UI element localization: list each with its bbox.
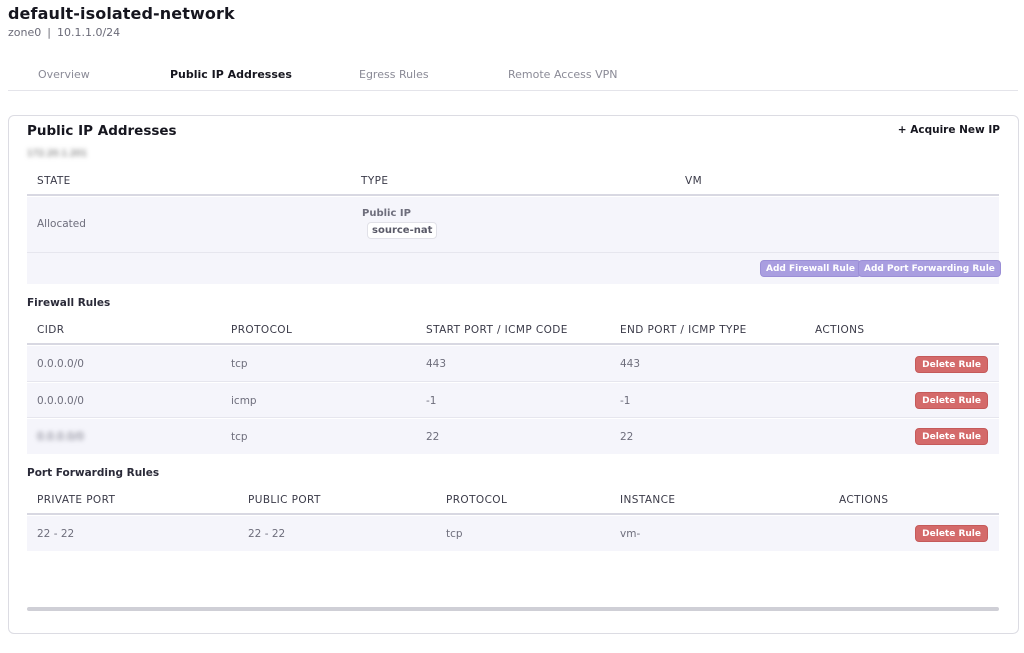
firewall-rules-label: Firewall Rules	[27, 297, 111, 309]
column-header-vm: VM	[685, 175, 703, 187]
port-forwarding-protocol: tcp	[446, 528, 463, 540]
column-header-type: TYPE	[361, 175, 389, 187]
instance-link[interactable]: vm-	[620, 528, 640, 540]
firewall-protocol: tcp	[231, 431, 248, 443]
firewall-table-header: CIDR PROTOCOL START PORT / ICMP CODE END…	[27, 317, 999, 345]
network-subtitle: zone0 | 10.1.1.0/24	[8, 26, 120, 39]
port-forwarding-table-header: PRIVATE PORT PUBLIC PORT PROTOCOL INSTAN…	[27, 487, 999, 515]
add-port-forwarding-rule-button[interactable]: Add Port Forwarding Rule	[858, 260, 1001, 277]
port-forwarding-rules-label: Port Forwarding Rules	[27, 467, 160, 479]
ip-table-row: Allocated Public IP source-nat	[27, 197, 999, 253]
column-header-instance: INSTANCE	[620, 494, 676, 506]
cidr-label: 10.1.1.0/24	[56, 26, 121, 39]
tab-public-ip-addresses[interactable]: Public IP Addresses	[170, 68, 292, 81]
firewall-end-port: 22	[620, 431, 634, 443]
column-header-start-port: START PORT / ICMP CODE	[426, 324, 568, 336]
column-header-public-port: PUBLIC PORT	[248, 494, 321, 506]
tab-egress-rules[interactable]: Egress Rules	[359, 68, 429, 81]
firewall-cidr: 0.0.0.0/0	[37, 358, 84, 370]
private-port: 22 - 22	[37, 528, 75, 540]
add-firewall-rule-button[interactable]: Add Firewall Rule	[760, 260, 861, 277]
column-header-state: STATE	[37, 175, 71, 187]
firewall-start-port: 443	[426, 358, 447, 370]
column-header-protocol: PROTOCOL	[231, 324, 293, 336]
page-title: default-isolated-network	[8, 4, 235, 23]
column-header-protocol: PROTOCOL	[446, 494, 508, 506]
public-port: 22 - 22	[248, 528, 286, 540]
source-nat-badge: source-nat	[367, 222, 438, 239]
ip-actions-row: Add Firewall Rule Add Port Forwarding Ru…	[27, 253, 1001, 284]
firewall-protocol: icmp	[231, 395, 257, 407]
firewall-cidr: 0.0.0.0/0	[37, 395, 84, 407]
delete-rule-button[interactable]: Delete Rule	[915, 392, 988, 409]
delete-rule-button[interactable]: Delete Rule	[915, 428, 988, 445]
zone-label: zone0	[8, 26, 42, 39]
firewall-row: 0.0.0.0/0 icmp -1 -1 Delete Rule	[27, 383, 999, 418]
column-header-end-port: END PORT / ICMP TYPE	[620, 324, 747, 336]
card-title: Public IP Addresses	[27, 123, 177, 139]
port-forwarding-row: 22 - 22 22 - 22 tcp vm- Delete Rule	[27, 516, 999, 551]
subtitle-separator: |	[47, 26, 51, 39]
firewall-protocol: tcp	[231, 358, 248, 370]
public-ip-card: Public IP Addresses + Acquire New IP 172…	[8, 115, 1019, 634]
ip-state: Allocated	[37, 218, 86, 230]
horizontal-scrollbar[interactable]	[27, 607, 999, 611]
tab-remote-access-vpn[interactable]: Remote Access VPN	[508, 68, 617, 81]
column-header-cidr: CIDR	[37, 324, 65, 336]
firewall-start-port: 22	[426, 431, 440, 443]
tab-overview[interactable]: Overview	[38, 68, 90, 81]
delete-rule-button[interactable]: Delete Rule	[915, 356, 988, 373]
firewall-start-port: -1	[426, 395, 437, 407]
acquire-new-ip-button[interactable]: + Acquire New IP	[898, 124, 1000, 136]
firewall-end-port: -1	[620, 395, 631, 407]
ip-type-label: Public IP	[362, 208, 411, 219]
column-header-private-port: PRIVATE PORT	[37, 494, 116, 506]
firewall-cidr: 0.0.0.0/0	[37, 431, 84, 443]
firewall-row: 0.0.0.0/0 tcp 443 443 Delete Rule	[27, 346, 999, 382]
firewall-end-port: 443	[620, 358, 641, 370]
column-header-actions: ACTIONS	[839, 494, 889, 506]
ip-table-header: STATE TYPE VM	[27, 168, 999, 196]
ip-address: 172.20.1.201	[27, 149, 88, 159]
tab-bar: Overview Public IP Addresses Egress Rule…	[8, 60, 1018, 91]
firewall-row: 0.0.0.0/0 tcp 22 22 Delete Rule	[27, 419, 999, 454]
delete-rule-button[interactable]: Delete Rule	[915, 525, 988, 542]
column-header-actions: ACTIONS	[815, 324, 865, 336]
